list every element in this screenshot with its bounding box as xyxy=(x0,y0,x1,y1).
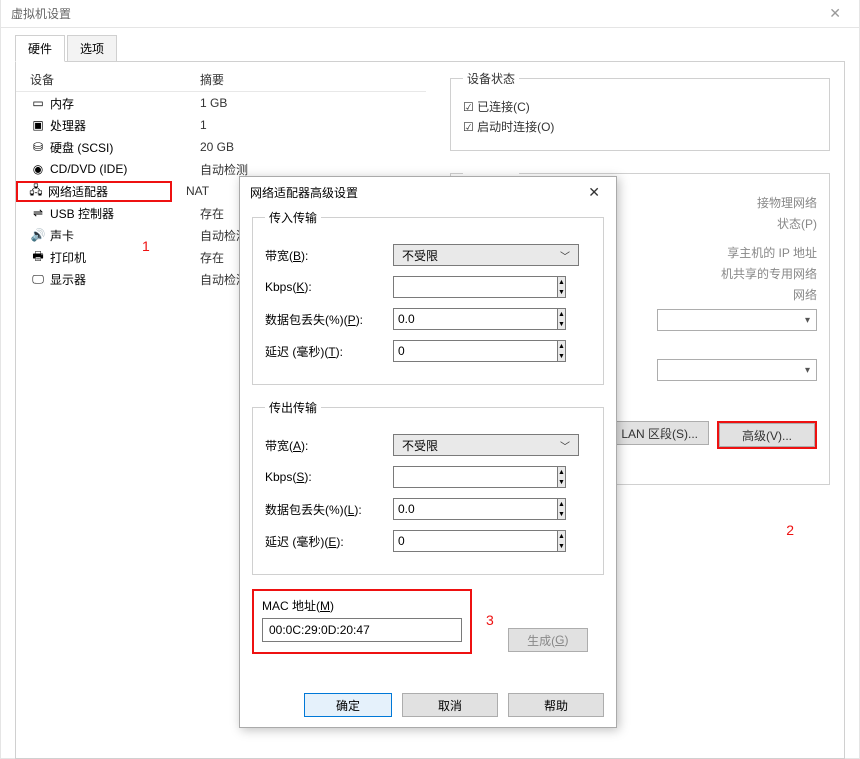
device-list-header: 设备 摘要 xyxy=(16,68,426,92)
kbps-out-spinner[interactable]: ▲▼ xyxy=(393,466,483,488)
adv-dialog-title: 网络适配器高级设置 xyxy=(250,184,358,201)
lan-segments-button[interactable]: LAN 区段(S)... xyxy=(610,421,709,445)
chevron-down-icon: ▾ xyxy=(805,365,810,376)
custom-network-combo[interactable]: ▾ xyxy=(657,309,817,331)
annotation-2: 2 xyxy=(786,522,794,538)
chevron-down-icon: ﹀ xyxy=(560,438,570,453)
memory-icon: ▭ xyxy=(30,96,46,110)
label-kbps-out: Kbps(S): xyxy=(265,470,393,484)
mac-address-input[interactable] xyxy=(262,618,462,642)
cpu-icon: ▣ xyxy=(30,118,46,132)
spin-down-icon[interactable]: ▼ xyxy=(558,351,565,361)
printer-icon: 🖶 xyxy=(30,250,46,264)
sound-icon: 🔊 xyxy=(30,228,46,242)
outgoing-group: 传出传输 带宽(A): 不受限 ﹀ Kbps(S): ▲▼ 数据包丢失(%)(L… xyxy=(252,399,604,575)
spin-down-icon[interactable]: ▼ xyxy=(558,319,565,329)
label-loss-in: 数据包丢失(%)(P): xyxy=(265,311,393,328)
label-latency-out: 延迟 (毫秒)(E): xyxy=(265,533,393,550)
spin-down-icon[interactable]: ▼ xyxy=(558,541,565,551)
spin-down-icon[interactable]: ▼ xyxy=(558,477,565,487)
advanced-button[interactable]: 高级(V)... xyxy=(719,423,815,447)
annotation-3: 3 xyxy=(486,612,494,628)
loss-in-spinner[interactable]: ▲▼ xyxy=(393,308,483,330)
label-loss-out: 数据包丢失(%)(L): xyxy=(265,501,393,518)
chevron-down-icon: ﹀ xyxy=(560,248,570,263)
loss-in-input[interactable] xyxy=(393,308,557,330)
mac-address-label: MAC 地址(M) xyxy=(262,597,462,614)
kbps-in-input[interactable] xyxy=(393,276,557,298)
cancel-button[interactable]: 取消 xyxy=(402,693,498,717)
help-button[interactable]: 帮助 xyxy=(508,693,604,717)
bandwidth-in-combo[interactable]: 不受限 ﹀ xyxy=(393,244,579,266)
device-row[interactable]: ⛁硬盘 (SCSI) 20 GB xyxy=(16,136,426,158)
loss-out-input[interactable] xyxy=(393,498,557,520)
lan-segment-combo[interactable]: ▾ xyxy=(657,359,817,381)
label-bandwidth-in: 带宽(B): xyxy=(265,247,393,264)
spin-up-icon[interactable]: ▲ xyxy=(558,531,565,541)
spin-up-icon[interactable]: ▲ xyxy=(558,467,565,477)
device-row[interactable]: ▣处理器 1 xyxy=(16,114,426,136)
loss-out-spinner[interactable]: ▲▼ xyxy=(393,498,483,520)
latency-in-input[interactable] xyxy=(393,340,557,362)
close-icon[interactable]: ✕ xyxy=(582,182,606,203)
spin-up-icon[interactable]: ▲ xyxy=(558,341,565,351)
latency-out-input[interactable] xyxy=(393,530,557,552)
checkbox-connected[interactable]: ☑ 已连接(C) xyxy=(463,98,817,115)
annotation-1: 1 xyxy=(142,238,150,254)
tab-options[interactable]: 选项 xyxy=(67,35,117,62)
label-kbps-in: Kbps(K): xyxy=(265,280,393,294)
col-summary: 摘要 xyxy=(200,71,224,88)
vm-titlebar: 虚拟机设置 ✕ xyxy=(1,0,859,28)
kbps-out-input[interactable] xyxy=(393,466,557,488)
latency-in-spinner[interactable]: ▲▼ xyxy=(393,340,483,362)
spin-up-icon[interactable]: ▲ xyxy=(558,499,565,509)
latency-out-spinner[interactable]: ▲▼ xyxy=(393,530,483,552)
disk-icon: ⛁ xyxy=(30,140,46,154)
tabstrip: 硬件 选项 xyxy=(15,34,859,61)
adv-titlebar: 网络适配器高级设置 ✕ xyxy=(240,177,616,207)
display-icon: 🖵 xyxy=(30,272,46,286)
advanced-button-highlight: 高级(V)... xyxy=(717,421,817,449)
device-status-legend: 设备状态 xyxy=(463,70,519,87)
close-icon[interactable]: ✕ xyxy=(821,5,849,22)
ok-button[interactable]: 确定 xyxy=(304,693,392,717)
cd-icon: ◉ xyxy=(30,162,46,176)
advanced-network-dialog: 网络适配器高级设置 ✕ 传入传输 带宽(B): 不受限 ﹀ Kbps(K): ▲… xyxy=(239,176,617,728)
window-title: 虚拟机设置 xyxy=(11,5,71,22)
bandwidth-out-combo[interactable]: 不受限 ﹀ xyxy=(393,434,579,456)
adv-button-row: 确定 取消 帮助 xyxy=(304,693,604,717)
device-row[interactable]: ▭内存 1 GB xyxy=(16,92,426,114)
spin-down-icon[interactable]: ▼ xyxy=(558,287,565,297)
col-device: 设备 xyxy=(30,71,200,88)
chevron-down-icon: ▾ xyxy=(805,315,810,326)
net-icon: 🖧 xyxy=(28,184,44,198)
spin-up-icon[interactable]: ▲ xyxy=(558,309,565,319)
usb-icon: ⇌ xyxy=(30,206,46,220)
spin-up-icon[interactable]: ▲ xyxy=(558,277,565,287)
mac-address-highlight: MAC 地址(M) xyxy=(252,589,472,654)
adv-body: 传入传输 带宽(B): 不受限 ﹀ Kbps(K): ▲▼ 数据包丢失(%)(P… xyxy=(240,207,616,664)
device-status-group: 设备状态 ☑ 已连接(C) ☑ 启动时连接(O) xyxy=(450,70,830,151)
checkbox-connect-at-poweron[interactable]: ☑ 启动时连接(O) xyxy=(463,118,817,135)
tab-hardware[interactable]: 硬件 xyxy=(15,35,65,62)
label-bandwidth-out: 带宽(A): xyxy=(265,437,393,454)
incoming-group: 传入传输 带宽(B): 不受限 ﹀ Kbps(K): ▲▼ 数据包丢失(%)(P… xyxy=(252,209,604,385)
outgoing-legend: 传出传输 xyxy=(265,399,321,416)
spin-down-icon[interactable]: ▼ xyxy=(558,509,565,519)
generate-mac-button[interactable]: 生成(G) xyxy=(508,628,588,652)
kbps-in-spinner[interactable]: ▲▼ xyxy=(393,276,483,298)
incoming-legend: 传入传输 xyxy=(265,209,321,226)
label-latency-in: 延迟 (毫秒)(T): xyxy=(265,343,393,360)
